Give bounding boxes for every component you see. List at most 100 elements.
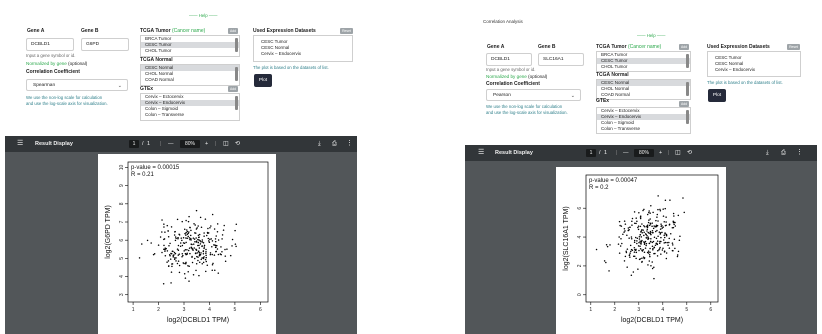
data-point <box>643 243 646 245</box>
data-point <box>644 240 647 243</box>
data-point <box>209 238 211 240</box>
data-point <box>633 239 636 242</box>
plot-button[interactable]: Plot <box>254 74 272 87</box>
rotate-icon[interactable]: ⟲ <box>235 136 240 152</box>
data-point <box>197 236 200 239</box>
tcga-tumor-list[interactable]: BRCA Tumor CESC Tumor CHOL Tumor <box>596 51 691 72</box>
page-number-input[interactable]: 1 <box>586 149 596 157</box>
help-link[interactable]: —— Help —— <box>189 13 217 18</box>
data-point <box>205 256 207 259</box>
zoom-out-button[interactable]: — <box>623 145 629 161</box>
scrollbar[interactable] <box>686 110 689 124</box>
fit-page-icon[interactable]: ◫ <box>675 145 681 161</box>
data-point <box>669 199 671 201</box>
list-item[interactable]: CHOL Tumor <box>141 48 239 54</box>
data-point <box>224 260 227 263</box>
gene-a-input[interactable]: DCBLD1 <box>26 38 74 51</box>
data-point <box>211 264 214 266</box>
help-link[interactable]: —— Help —— <box>637 33 665 38</box>
normalize-link[interactable]: Normalized by gene <box>26 61 67 66</box>
gtex-list[interactable]: Cervix – Ectocervix Cervix – Endocervix Co… <box>140 93 240 121</box>
data-point <box>631 220 633 222</box>
tcga-normal-list[interactable]: CESC Normal CHOL Normal COAD Normal <box>140 64 240 86</box>
data-point <box>201 262 203 265</box>
list-item[interactable]: CHOL Tumor <box>597 64 690 70</box>
data-point <box>624 230 626 232</box>
data-point <box>649 212 651 214</box>
add-gtex-button[interactable]: Add <box>228 86 238 92</box>
data-point <box>193 247 196 249</box>
data-point <box>650 231 652 234</box>
plot-button[interactable]: Plot <box>708 89 726 102</box>
used-datasets-box[interactable]: CESC Tumor CESC Normal Cervix – Endocervix <box>253 35 353 62</box>
list-item[interactable]: Colon – Transverse <box>141 112 239 118</box>
data-point <box>171 265 173 268</box>
print-icon[interactable]: ⎙ <box>332 136 337 152</box>
fit-page-icon[interactable]: ◫ <box>223 136 229 152</box>
gtex-label: GTEx <box>596 98 610 104</box>
scrollbar[interactable] <box>235 96 238 110</box>
data-point <box>665 257 668 260</box>
more-options-icon[interactable]: ⋮ <box>796 145 803 161</box>
data-point <box>161 251 163 254</box>
zoom-input[interactable]: 80% <box>180 140 200 148</box>
data-point <box>162 283 165 285</box>
data-point <box>671 227 674 229</box>
add-tumor-button[interactable]: Add <box>679 44 689 50</box>
data-point <box>639 240 641 242</box>
rotate-icon[interactable]: ⟲ <box>687 145 692 161</box>
data-point <box>188 237 191 239</box>
scrollbar[interactable] <box>235 67 238 81</box>
used-datasets-box[interactable]: CESC Tumor CESC Normal Cervix – Endocervix <box>707 51 801 77</box>
normalize-link[interactable]: Normalized by gene <box>486 74 527 79</box>
download-icon[interactable]: ⤓ <box>766 145 769 161</box>
data-point <box>643 225 645 227</box>
data-point <box>186 233 189 236</box>
data-point <box>630 250 632 253</box>
list-item[interactable]: COAD Normal <box>141 77 239 83</box>
print-icon[interactable]: ⎙ <box>781 145 786 161</box>
data-point <box>656 216 658 218</box>
data-point <box>618 236 620 238</box>
data-point <box>173 258 176 260</box>
data-point <box>647 236 649 238</box>
reset-button[interactable]: Reset <box>340 28 353 34</box>
data-point <box>180 237 183 239</box>
normalize-option[interactable]: Normalized by gene (optional) <box>486 74 547 79</box>
gene-b-input[interactable]: G6PD <box>81 38 129 51</box>
list-item[interactable]: COAD Normal <box>597 92 690 98</box>
coef-select[interactable]: Spearman ⌄ <box>26 79 128 91</box>
data-point <box>221 234 224 236</box>
coef-select[interactable]: Pearson ⌄ <box>486 89 581 101</box>
data-point <box>657 195 659 197</box>
page-number-input[interactable]: 1 <box>129 140 139 148</box>
menu-icon[interactable]: ☰ <box>17 136 23 152</box>
data-point <box>175 237 177 240</box>
data-point <box>649 251 651 254</box>
zoom-out-button[interactable]: — <box>168 136 174 152</box>
data-point <box>167 260 170 262</box>
data-point <box>627 227 630 229</box>
download-icon[interactable]: ⤓ <box>318 136 321 152</box>
gene-a-input[interactable]: DCBLD1 <box>486 53 532 66</box>
gene-b-input[interactable]: SLC16A1 <box>538 53 584 66</box>
reset-button[interactable]: Reset <box>787 44 800 50</box>
zoom-input[interactable]: 80% <box>634 149 654 157</box>
zoom-in-button[interactable]: + <box>205 136 208 152</box>
menu-icon[interactable]: ☰ <box>478 145 484 161</box>
gtex-list[interactable]: Cervix – Ectocervix Cervix – Endocervix Co… <box>596 107 691 134</box>
tcga-normal-list[interactable]: CESC Normal CHOL Normal COAD Normal <box>596 79 691 100</box>
scrollbar[interactable] <box>686 82 689 96</box>
data-point <box>648 219 650 221</box>
add-tumor-button[interactable]: Add <box>228 28 238 34</box>
data-point <box>660 253 662 255</box>
data-point <box>163 223 165 225</box>
data-point <box>185 234 187 236</box>
scrollbar[interactable] <box>235 38 238 52</box>
more-options-icon[interactable]: ⋮ <box>346 136 353 152</box>
list-item[interactable]: Colon – Transverse <box>597 126 690 132</box>
normalize-option[interactable]: Normalized by gene (optional) <box>26 61 87 66</box>
scrollbar[interactable] <box>686 54 689 68</box>
zoom-in-button[interactable]: + <box>659 145 662 161</box>
tcga-tumor-list[interactable]: BRCA Tumor CESC Tumor CHOL Tumor <box>140 35 240 57</box>
